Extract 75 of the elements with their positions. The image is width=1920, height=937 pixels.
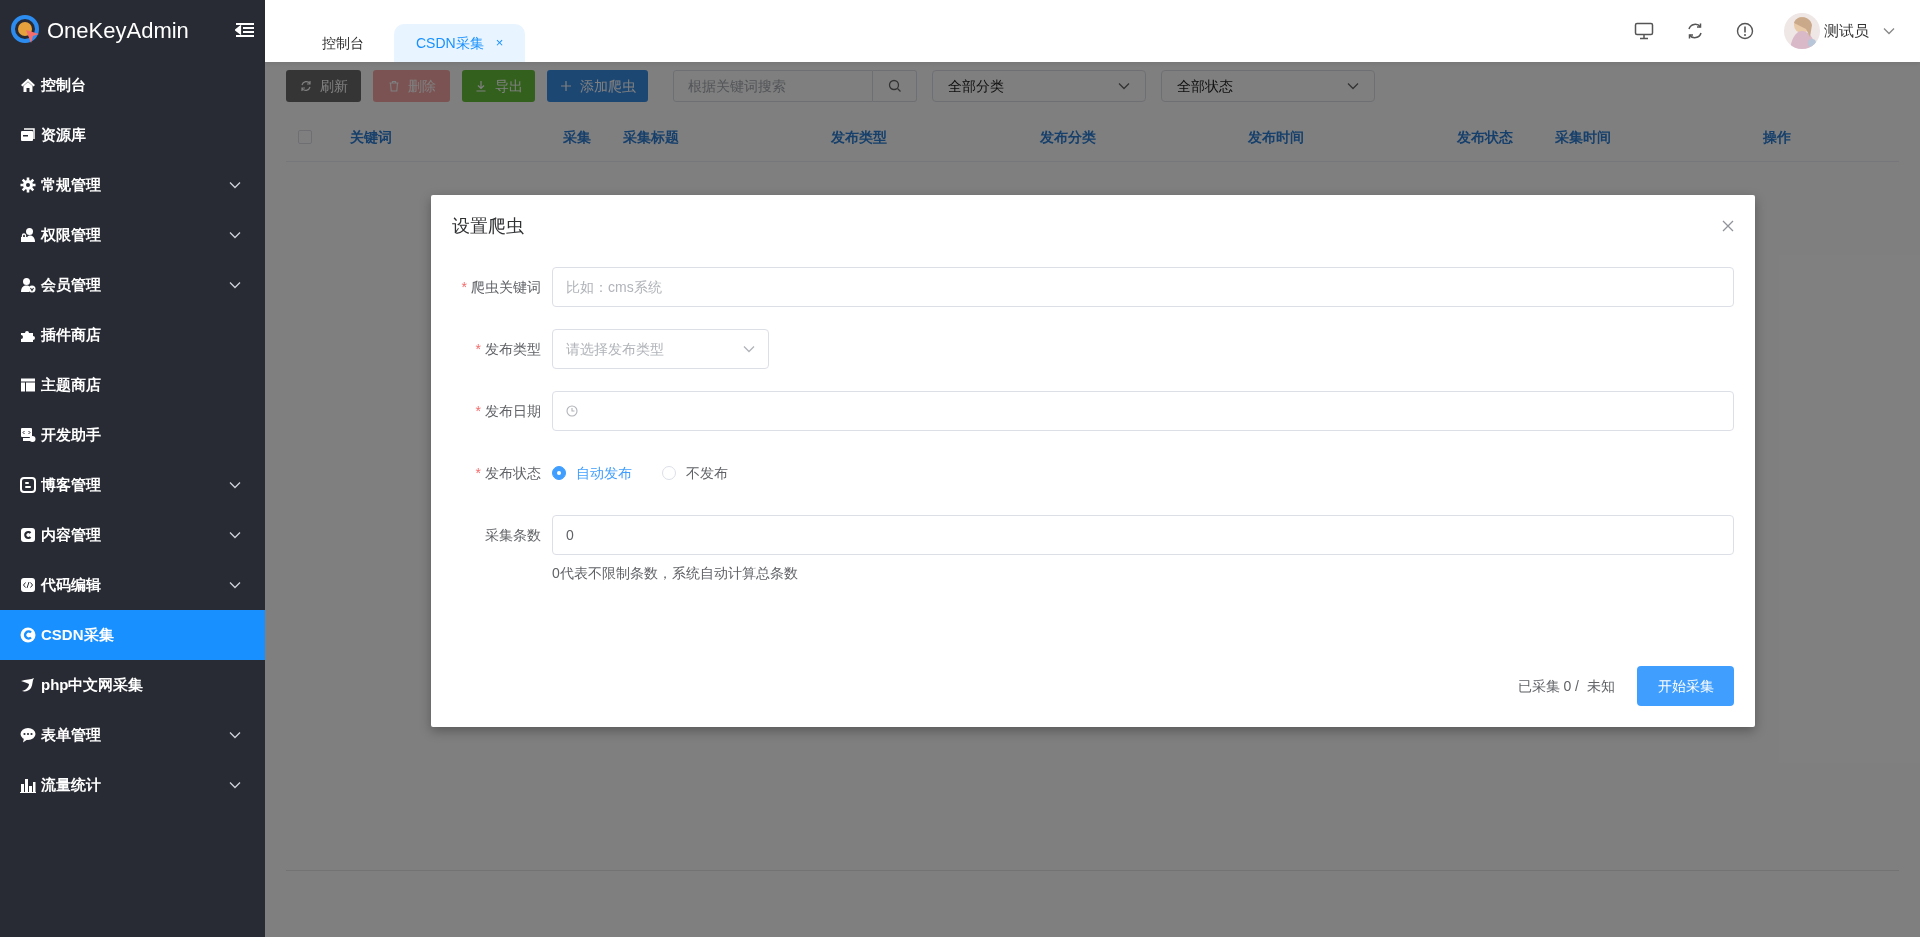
menu-collapse-icon[interactable] [235, 22, 255, 38]
chevron-down-icon [1347, 82, 1359, 90]
column-header: 发布分类 [1040, 128, 1096, 145]
logo-icon [11, 15, 41, 45]
sidebar-item[interactable]: 资源库 [0, 110, 265, 160]
sidebar-item[interactable]: 插件商店 [0, 310, 265, 360]
field-label: 采集条数 [485, 525, 541, 545]
sidebar-item[interactable]: 表单管理 [0, 710, 265, 760]
chevron-down-icon[interactable] [1883, 27, 1895, 35]
sidebar-item[interactable]: 开发助手 [0, 410, 265, 460]
refresh-icon[interactable] [1686, 22, 1704, 40]
code-monitor-icon [20, 427, 36, 443]
tab[interactable]: 控制台 [300, 24, 386, 62]
bird-icon [20, 677, 36, 693]
sidebar-item[interactable]: 控制台 [0, 60, 265, 110]
sidebar-item[interactable]: 代码编辑 [0, 560, 265, 610]
app-logo-text: OneKeyAdmin [47, 16, 189, 45]
column-header: 发布时间 [1248, 128, 1304, 145]
user-lock-icon [20, 227, 36, 243]
total-count: 未知 [1587, 676, 1615, 696]
bar-chart-icon [20, 777, 36, 793]
gear-icon [20, 177, 36, 193]
filter-select[interactable]: 全部状态 [1161, 70, 1375, 102]
blog-icon [20, 477, 36, 493]
sidebar-item[interactable]: php中文网采集 [0, 660, 265, 710]
c-letter-icon [20, 627, 36, 643]
layout-icon [20, 377, 36, 393]
info-icon[interactable] [1736, 22, 1754, 40]
column-header: 操作 [1763, 128, 1791, 145]
search-icon [887, 79, 902, 93]
sidebar-item[interactable]: 内容管理 [0, 510, 265, 560]
sidebar-item[interactable]: 会员管理 [0, 260, 265, 310]
download-icon [474, 80, 487, 92]
field-label: 发布状态 [485, 463, 541, 483]
user-badge-icon [20, 277, 36, 293]
chevron-down-icon [743, 345, 755, 353]
chat-icon [20, 727, 36, 743]
column-header: 发布类型 [831, 128, 887, 145]
refresh-icon [299, 80, 312, 92]
required-mark: * [461, 277, 467, 297]
column-header: 采集 [563, 128, 591, 145]
column-header: 采集时间 [1555, 128, 1611, 145]
column-header: 采集标题 [623, 128, 679, 145]
filter-select[interactable]: 全部分类 [932, 70, 1146, 102]
search-button[interactable] [873, 70, 917, 102]
required-mark: * [475, 463, 481, 483]
sidebar-item[interactable]: 常规管理 [0, 160, 265, 210]
sidebar-item[interactable]: 主题商店 [0, 360, 265, 410]
sidebar-item[interactable]: 权限管理 [0, 210, 265, 260]
sidebar-item[interactable]: 流量统计 [0, 760, 265, 810]
monitor-icon[interactable] [1634, 22, 1654, 40]
radio-option[interactable]: 不发布 [662, 462, 728, 484]
dialog-title: 设置爬虫 [452, 214, 524, 238]
clock-icon [566, 405, 578, 417]
input-field[interactable]: 0 [552, 515, 1734, 555]
collected-count: 已采集 0 / [1517, 676, 1579, 696]
input-field[interactable]: 比如：cms系统 [552, 267, 1734, 307]
field-label: 发布类型 [485, 339, 541, 359]
chevron-down-icon [1118, 82, 1130, 90]
column-header: 关键词 [350, 128, 392, 145]
plus-icon [559, 80, 572, 92]
help-text: 0代表不限制条数，系统自动计算总条数 [552, 564, 799, 583]
user-name[interactable]: 测试员 [1824, 19, 1869, 43]
column-header: 发布状态 [1457, 128, 1513, 145]
close-icon[interactable] [1722, 220, 1734, 232]
required-mark: * [475, 401, 481, 421]
sidebar-item[interactable]: 博客管理 [0, 460, 265, 510]
code-icon [20, 577, 36, 593]
folder-icon [20, 127, 36, 143]
c-letter-icon [20, 527, 36, 543]
required-mark: * [475, 339, 481, 359]
field-label: 发布日期 [485, 401, 541, 421]
field-label: 爬虫关键词 [471, 277, 541, 297]
date-field[interactable] [552, 391, 1734, 431]
home-icon [20, 77, 36, 93]
